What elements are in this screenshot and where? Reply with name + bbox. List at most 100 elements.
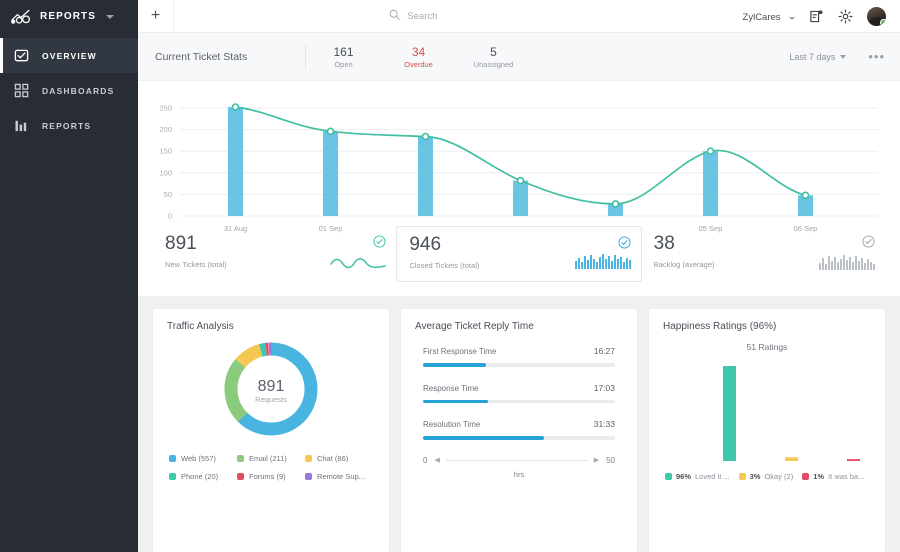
sidebar: REPORTS OVERVIEW bbox=[0, 0, 138, 552]
note-badge-icon[interactable] bbox=[809, 9, 824, 24]
sidebar-nav: OVERVIEW DASHBOARDS bbox=[0, 38, 138, 143]
kpi-value: 946 bbox=[409, 235, 628, 254]
legend-label: Forums (9) bbox=[249, 472, 286, 481]
chevron-down-icon[interactable] bbox=[106, 15, 114, 19]
progress-fill bbox=[423, 400, 488, 404]
bar-chart-icon bbox=[14, 118, 29, 133]
legend-item[interactable]: 3% Okay (2) bbox=[739, 472, 794, 481]
donut-chart[interactable]: 891 Requests bbox=[167, 336, 375, 442]
axis-max-label: 50 bbox=[606, 456, 615, 465]
reply-time-head: Resolution Time 31:33 bbox=[423, 419, 615, 429]
kpi-value: 891 bbox=[165, 234, 384, 253]
kpi-row: 891 New Tickets (total) bbox=[138, 226, 900, 296]
kpi-card-backlog[interactable]: 38 Backlog (average) bbox=[642, 226, 885, 282]
happiness-ratings-panel: Happiness Ratings (96%) 51 Ratings 96% L… bbox=[649, 309, 885, 552]
reply-time-item-response[interactable]: Response Time 17:03 bbox=[423, 383, 615, 404]
progress-track bbox=[423, 400, 615, 404]
legend-item[interactable]: Email (211) bbox=[237, 454, 305, 463]
legend-label: Email (211) bbox=[249, 454, 287, 463]
arrow-right-icon[interactable]: ▶ bbox=[594, 456, 599, 464]
stat-label: Overdue bbox=[404, 60, 433, 69]
reply-time-value: 31:33 bbox=[594, 419, 615, 429]
account-menu[interactable]: ZylCares bbox=[743, 7, 795, 25]
stat-label: Open bbox=[334, 60, 352, 69]
kpi-value: 38 bbox=[654, 234, 873, 253]
reply-time-item-resolution[interactable]: Resolution Time 31:33 bbox=[423, 419, 615, 440]
legend-color-swatch bbox=[169, 473, 176, 480]
chevron-down-icon bbox=[789, 17, 795, 20]
happiness-legend: 96% Loved it ... 3% Okay (2) 1% It was b… bbox=[663, 472, 871, 481]
reply-time-panel: Average Ticket Reply Time First Response… bbox=[401, 309, 637, 552]
legend-label: Okay (2) bbox=[764, 472, 793, 481]
ticket-stats-panel: Current Ticket Stats 161 Open 34 Overdue… bbox=[138, 33, 900, 296]
sidebar-item-label: OVERVIEW bbox=[42, 51, 97, 61]
sidebar-item-label: REPORTS bbox=[42, 121, 91, 131]
gear-icon[interactable] bbox=[838, 9, 853, 24]
svg-text:100: 100 bbox=[159, 168, 172, 177]
legend-color-swatch bbox=[665, 473, 672, 480]
arrow-left-icon[interactable]: ◀ bbox=[434, 456, 439, 464]
reply-time-list: First Response Time 16:27 Response Time … bbox=[415, 346, 623, 440]
stat-unassigned[interactable]: 5 Unassigned bbox=[456, 44, 531, 69]
legend-label: Phone (20) bbox=[181, 472, 218, 481]
stat-overdue[interactable]: 34 Overdue bbox=[381, 44, 456, 69]
reply-time-head: First Response Time 16:27 bbox=[423, 346, 615, 356]
search-area bbox=[174, 7, 743, 25]
date-range-selector[interactable]: Last 7 days bbox=[789, 52, 846, 62]
legend-item[interactable]: Web (557) bbox=[169, 454, 237, 463]
legend-color-swatch bbox=[169, 455, 176, 462]
reply-time-name: Resolution Time bbox=[423, 420, 480, 429]
traffic-legend: Web (557) Email (211) Chat (86) Phone (2… bbox=[167, 454, 375, 490]
sidebar-item-reports[interactable]: REPORTS bbox=[0, 108, 138, 143]
svg-text:250: 250 bbox=[159, 104, 172, 113]
legend-label: It was ba... bbox=[828, 472, 864, 481]
kpi-card-new-tickets[interactable]: 891 New Tickets (total) bbox=[153, 226, 396, 282]
sidebar-item-label: DASHBOARDS bbox=[42, 86, 114, 96]
progress-track bbox=[423, 436, 615, 440]
axis-line bbox=[447, 460, 587, 461]
reply-time-head: Response Time 17:03 bbox=[423, 383, 615, 393]
account-name: ZylCares bbox=[743, 12, 781, 23]
tickets-trend-svg: 250 200 150 100 50 0 bbox=[138, 89, 900, 234]
svg-text:150: 150 bbox=[159, 147, 172, 156]
bottom-panels: Traffic Analysis bbox=[138, 296, 900, 552]
reply-time-axis: 0 ◀ ▶ 50 bbox=[415, 456, 623, 465]
reply-time-name: Response Time bbox=[423, 384, 479, 393]
legend-item[interactable]: Remote Sup... bbox=[305, 472, 373, 481]
legend-color-swatch bbox=[802, 473, 809, 480]
sidebar-item-dashboards[interactable]: DASHBOARDS bbox=[0, 73, 138, 108]
legend-color-swatch bbox=[305, 473, 312, 480]
legend-item[interactable]: Phone (20) bbox=[169, 472, 237, 481]
stats-title: Current Ticket Stats bbox=[155, 51, 305, 63]
legend-percent: 1% bbox=[813, 472, 824, 481]
stats-bar: Current Ticket Stats 161 Open 34 Overdue… bbox=[138, 33, 900, 81]
stat-label: Unassigned bbox=[474, 60, 514, 69]
stat-open[interactable]: 161 Open bbox=[306, 44, 381, 69]
traffic-analysis-panel: Traffic Analysis bbox=[153, 309, 389, 552]
tickets-trend-chart: 250 200 150 100 50 0 bbox=[138, 81, 900, 226]
happiness-bar-chart[interactable] bbox=[663, 358, 879, 463]
more-options-button[interactable]: ••• bbox=[868, 50, 885, 63]
add-tab-button[interactable]: + bbox=[138, 0, 174, 33]
svg-text:0: 0 bbox=[168, 212, 172, 221]
search-input[interactable] bbox=[407, 11, 527, 22]
kpi-card-closed-tickets[interactable]: 946 Closed Tickets (total) bbox=[396, 226, 641, 282]
reply-time-item-first-response[interactable]: First Response Time 16:27 bbox=[423, 346, 615, 367]
svg-text:200: 200 bbox=[159, 125, 172, 134]
legend-item[interactable]: 96% Loved it ... bbox=[665, 472, 730, 481]
legend-color-swatch bbox=[739, 473, 746, 480]
check-circle-icon bbox=[373, 235, 386, 248]
axis-min-label: 0 bbox=[423, 456, 427, 465]
overview-checkbox-icon bbox=[14, 48, 29, 63]
legend-item[interactable]: Chat (86) bbox=[305, 454, 373, 463]
reply-time-name: First Response Time bbox=[423, 347, 496, 356]
legend-item[interactable]: Forums (9) bbox=[237, 472, 305, 481]
main-content: + ZylCares bbox=[138, 0, 900, 552]
avatar[interactable] bbox=[867, 7, 886, 26]
stat-value: 161 bbox=[333, 44, 353, 60]
brand[interactable]: REPORTS bbox=[0, 0, 138, 33]
sidebar-item-overview[interactable]: OVERVIEW bbox=[0, 38, 138, 73]
axis-unit-label: hrs bbox=[415, 470, 623, 479]
legend-color-swatch bbox=[237, 455, 244, 462]
legend-item[interactable]: 1% It was ba... bbox=[802, 472, 864, 481]
